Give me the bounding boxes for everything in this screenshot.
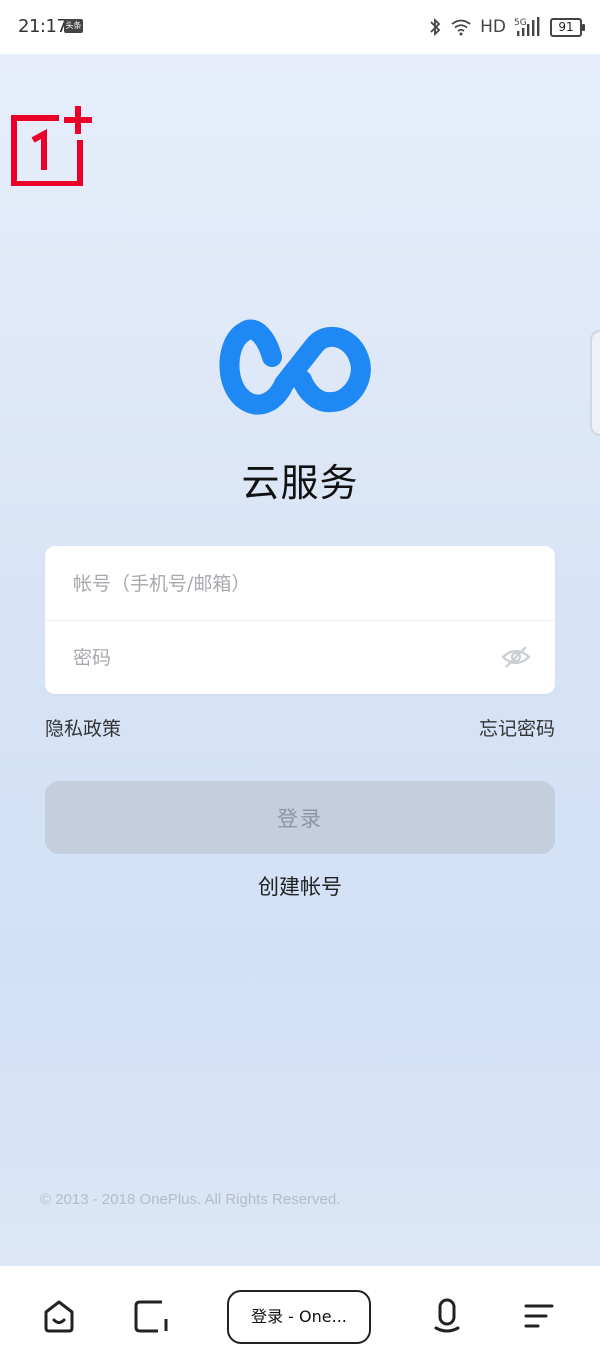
battery-indicator: 91	[550, 17, 585, 37]
mic-icon[interactable]	[428, 1297, 466, 1335]
cellular-signal-icon: 5G	[514, 17, 540, 36]
status-bar: 21:17 头条 HD 5G 91	[0, 0, 600, 54]
signal-5g-label: 5G	[514, 18, 527, 28]
status-indicators: HD 5G 91	[428, 14, 585, 40]
menu-icon[interactable]	[520, 1297, 558, 1335]
oneplus-logo-icon	[11, 106, 92, 186]
address-bar-tab[interactable]: 登录 - One...	[227, 1290, 371, 1344]
app-title: 云服务	[241, 461, 359, 505]
side-panel-handle[interactable]	[590, 330, 600, 436]
tabs-icon[interactable]	[132, 1297, 170, 1335]
account-field-row	[45, 546, 555, 622]
bluetooth-icon	[430, 17, 441, 37]
login-form-card	[45, 546, 555, 696]
password-input[interactable]	[71, 620, 505, 696]
cloud-service-logo	[219, 319, 371, 415]
wifi-icon	[451, 19, 471, 36]
create-account-link[interactable]: 创建帐号	[0, 871, 600, 901]
forgot-password-link[interactable]: 忘记密码	[479, 714, 555, 741]
home-icon[interactable]	[40, 1297, 78, 1335]
account-input[interactable]	[71, 546, 505, 622]
password-field-row	[45, 620, 555, 696]
status-time: 21:17	[18, 16, 68, 37]
copyright-text: © 2013 - 2018 OnePlus. All Rights Reserv…	[40, 1191, 341, 1208]
login-button[interactable]: 登录	[45, 781, 555, 854]
eye-off-icon[interactable]	[501, 645, 531, 669]
network-hd-label: HD	[480, 17, 506, 37]
privacy-policy-link[interactable]: 隐私政策	[45, 714, 121, 741]
auxiliary-links: 隐私政策 忘记密码	[45, 712, 555, 742]
app-notification-badge: 头条	[64, 19, 83, 33]
